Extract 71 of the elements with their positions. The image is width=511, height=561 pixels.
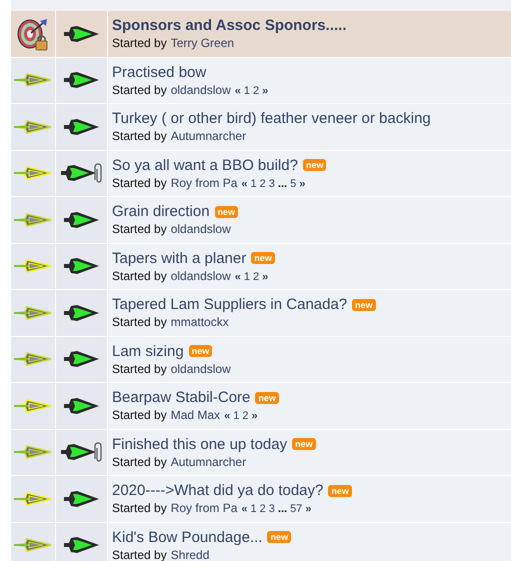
started-by-label: Started by	[112, 176, 167, 190]
started-by-label: Started by	[112, 454, 167, 469]
page-link[interactable]: 2	[253, 84, 260, 97]
starter-link[interactable]: oldandslow	[170, 362, 231, 376]
page-marker: «	[241, 503, 248, 516]
page-marker: «	[234, 270, 241, 283]
page-marker: »	[262, 84, 268, 97]
topic-title-link[interactable]: Grain direction	[112, 203, 210, 220]
page-link[interactable]: 1	[250, 503, 257, 516]
page-marker: »	[299, 178, 306, 190]
new-badge: new	[214, 206, 238, 218]
starter-link[interactable]: Mad Max	[170, 408, 220, 422]
started-by-label: Started by	[112, 82, 167, 97]
topic-title-link[interactable]: Turkey ( or other bird) feather veneer or backing	[112, 110, 431, 128]
started-by-label: Started by	[112, 36, 167, 50]
page-link[interactable]: 3	[268, 178, 275, 190]
new-badge: new	[292, 438, 316, 450]
starter-link[interactable]: Autumnarcher	[170, 129, 246, 144]
page-link[interactable]: 1	[244, 84, 250, 97]
new-badge: new	[328, 484, 352, 497]
new-badge: new	[251, 252, 275, 264]
topic-title-link[interactable]: Bearpaw Stabil-Core	[112, 389, 250, 406]
topic-title-link[interactable]: Kid's Bow Poundage...	[112, 528, 262, 546]
page-link[interactable]: 1	[233, 410, 240, 422]
topic-title-link[interactable]: 2020---->What did ya do today?	[112, 482, 324, 500]
page-link[interactable]: 2	[242, 410, 248, 422]
page-ellipsis: ...	[278, 178, 288, 190]
starter-link[interactable]: oldandslow	[170, 222, 231, 236]
page-ellipsis: ...	[278, 503, 288, 516]
started-by-label: Started by	[112, 362, 167, 376]
new-badge: new	[352, 298, 376, 311]
topic-title-link[interactable]: So ya all want a BBO build?	[112, 156, 298, 174]
starter-link[interactable]: Roy from Pa	[170, 176, 238, 190]
started-by-label: Started by	[112, 129, 167, 144]
page-marker: »	[251, 410, 258, 422]
started-by-label: Started by	[112, 548, 167, 561]
started-by-label: Started by	[112, 268, 167, 283]
new-badge: new	[255, 392, 279, 404]
page-link[interactable]: 1	[250, 178, 257, 190]
page-link[interactable]: 1	[244, 270, 250, 283]
topic-title-link[interactable]: Finished this one up today	[112, 436, 288, 453]
started-by-label: Started by	[112, 501, 167, 516]
starter-link[interactable]: mmattockx	[170, 315, 229, 330]
page-marker: »	[305, 503, 312, 516]
new-badge: new	[267, 531, 291, 544]
starter-link[interactable]: Autumnarcher	[170, 454, 246, 469]
page-link[interactable]: 5	[290, 178, 296, 190]
topic-title-link[interactable]: Sponsors and Assoc Sponors.....	[112, 17, 346, 34]
page-link[interactable]: 2	[260, 178, 266, 190]
started-by-label: Started by	[112, 315, 167, 330]
page-marker: «	[224, 410, 230, 422]
topic-title-link[interactable]: Practised bow	[112, 64, 206, 81]
starter-link[interactable]: Roy from Pa	[170, 501, 238, 516]
page-marker: «	[234, 84, 241, 97]
page-link[interactable]: 2	[253, 270, 260, 283]
starter-link[interactable]: oldandslow	[170, 82, 231, 97]
new-badge: new	[188, 345, 212, 358]
page-link[interactable]: 57	[290, 503, 302, 516]
started-by-label: Started by	[112, 408, 167, 422]
started-by-label: Started by	[112, 222, 167, 236]
page-link[interactable]: 3	[268, 503, 275, 516]
starter-link[interactable]: Shredd	[170, 548, 210, 561]
page-marker: »	[262, 270, 268, 283]
page-marker: «	[241, 178, 248, 190]
starter-link[interactable]: oldandslow	[170, 268, 231, 283]
topic-title-link[interactable]: Tapered Lam Suppliers in Canada?	[112, 296, 348, 314]
topic-title-link[interactable]: Lam sizing	[112, 342, 184, 360]
new-badge: new	[302, 159, 326, 172]
starter-link[interactable]: Terry Green	[170, 36, 234, 50]
topic-title-link[interactable]: Tapers with a planer	[112, 250, 246, 267]
page-link[interactable]: 2	[260, 503, 266, 516]
